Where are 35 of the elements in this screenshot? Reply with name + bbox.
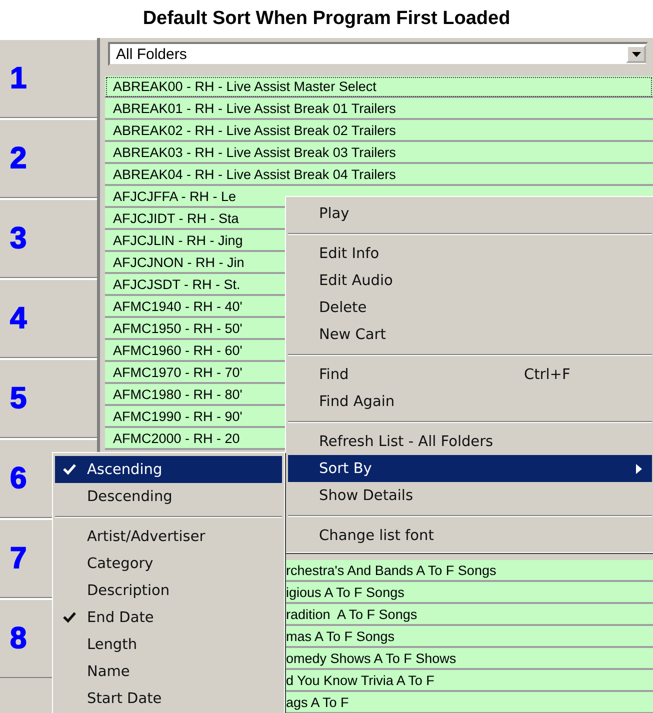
menu-item[interactable]: Find Ctrl+F	[288, 361, 652, 388]
list-row[interactable]: ABREAK00 - RH - Live Assist Master Select	[105, 76, 653, 98]
checkmark-icon	[63, 464, 76, 475]
folder-dropdown[interactable]: All Folders	[108, 42, 648, 66]
menu-item[interactable]: Edit Audio	[288, 267, 652, 294]
page-title: Default Sort When Program First Loaded	[142, 7, 512, 31]
checkmark-icon	[63, 612, 76, 623]
list-row[interactable]: ABREAK04 - RH - Live Assist Break 04 Trailers	[105, 164, 653, 186]
shortcut-label: Ctrl+F	[524, 366, 570, 382]
menu-item[interactable]: Refresh List - All Folders	[288, 428, 652, 455]
menu-item[interactable]: Find Again	[288, 388, 652, 415]
menu-item[interactable]: New Cart	[288, 321, 652, 348]
menu-item[interactable]: Change list font	[288, 522, 652, 549]
list-row[interactable]: ags A To F	[285, 692, 653, 713]
number-button[interactable]: 1	[0, 38, 97, 118]
list-row[interactable]: omedy Shows A To F Shows	[285, 648, 653, 670]
list-row[interactable]: radition A To F Songs	[285, 604, 653, 626]
menu-item[interactable]: Delete	[288, 294, 652, 321]
list-row[interactable]: ABREAK02 - RH - Live Assist Break 02 Trailers	[105, 120, 653, 142]
number-button[interactable]: 2	[0, 118, 97, 198]
number-button[interactable]: 5	[0, 358, 97, 438]
list-row[interactable]: ABREAK03 - RH - Live Assist Break 03 Trailers	[105, 142, 653, 164]
number-button[interactable]: 3	[0, 198, 97, 278]
list-row[interactable]: d You Know Trivia A To F	[285, 670, 653, 692]
number-button[interactable]: 4	[0, 278, 97, 358]
menu-item[interactable]: Play	[288, 200, 652, 227]
menu-item[interactable]: Sort By	[288, 455, 652, 482]
menu-item[interactable]: Start Date	[55, 685, 282, 712]
list-row[interactable]: rchestra's And Bands A To F Songs	[285, 560, 653, 582]
menu-item[interactable]: Edit Info	[288, 240, 652, 267]
list-row[interactable]: igious A To F Songs	[285, 582, 653, 604]
menu-item[interactable]: Show Details	[288, 482, 652, 509]
list-row[interactable]: mas A To F Songs	[285, 626, 653, 648]
menu-item[interactable]: Ascending	[55, 456, 282, 483]
list-row[interactable]: ABREAK01 - RH - Live Assist Break 01 Trailers	[105, 98, 653, 120]
